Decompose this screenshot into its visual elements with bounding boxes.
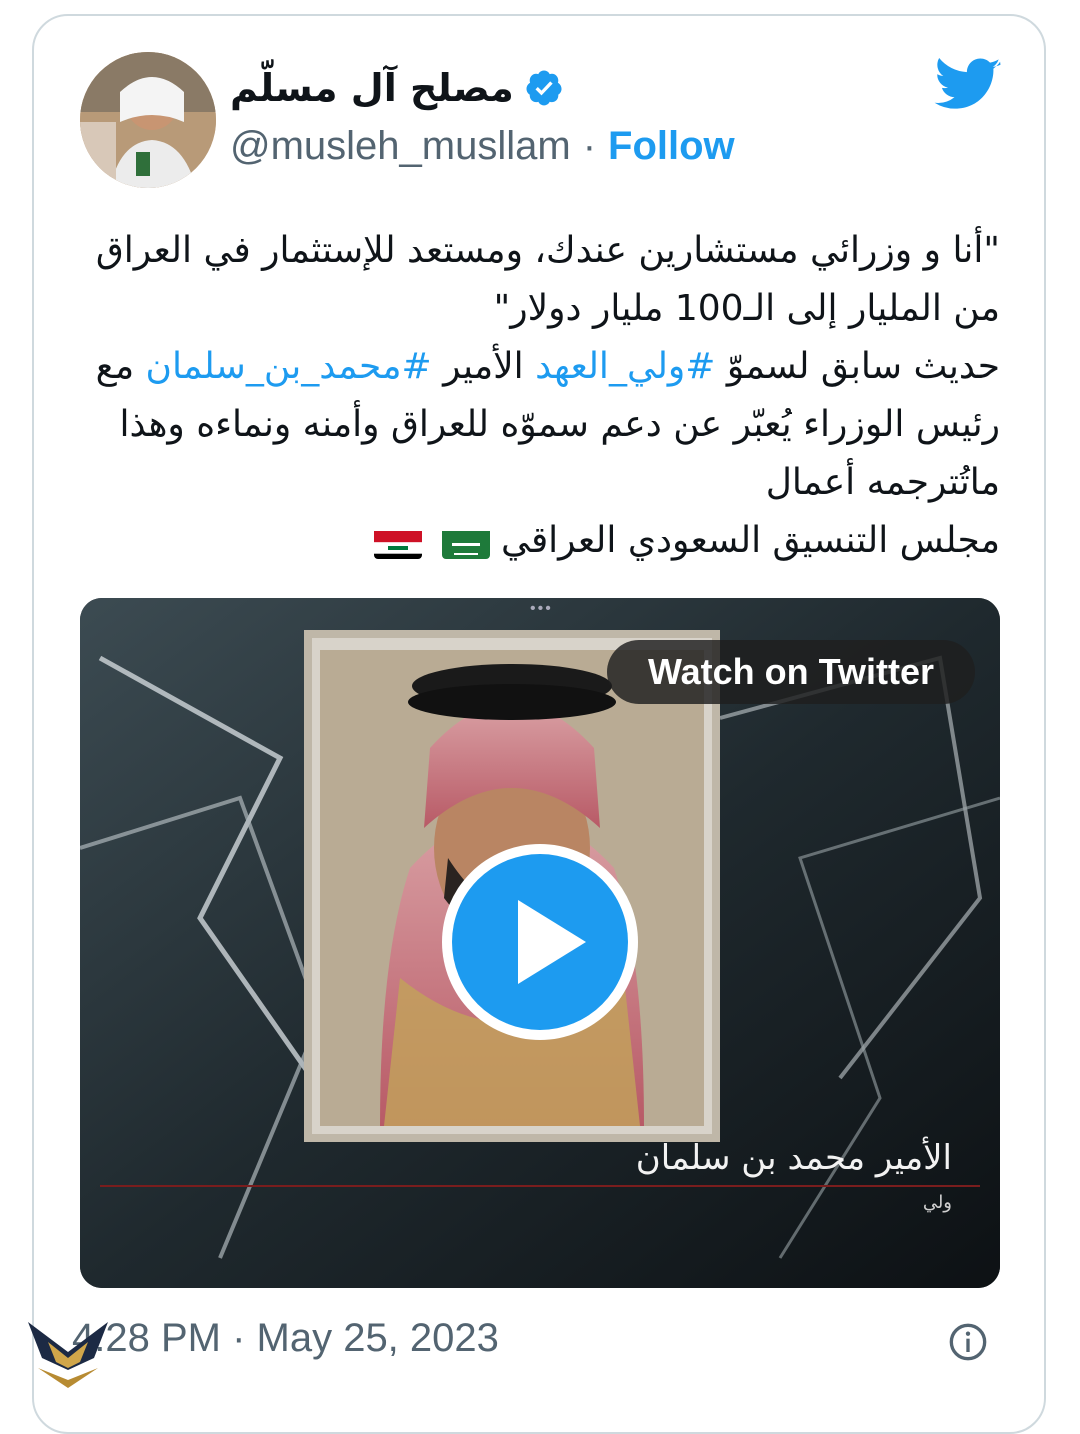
twitter-bird-icon[interactable] [934, 58, 1002, 114]
follow-button[interactable]: Follow [608, 124, 735, 169]
info-icon[interactable] [948, 1322, 988, 1362]
hashtag-crown-prince[interactable]: #ولي_العهد [535, 346, 715, 387]
iraq-flag-icon [374, 525, 423, 559]
verified-badge-icon [526, 70, 562, 106]
tweet-text: "أنا و وزرائي مستشارين عندك، ومستعد للإس… [70, 222, 1000, 570]
media-more-dots: ••• [530, 600, 553, 617]
tweet-timestamp[interactable]: 4:28 PM · May 25, 2023 [72, 1316, 499, 1361]
separator-dot: · [582, 124, 597, 168]
author-handle-row: @musleh_musllam · Follow [230, 124, 735, 169]
saudi-flag-icon [441, 525, 490, 559]
author-display-name[interactable]: مصلح آل مسلّم [230, 66, 514, 110]
hashtag-mohammed-bin-salman[interactable]: #محمد_بن_سلمان [146, 346, 432, 387]
video-subcaption: ولي [922, 1192, 952, 1213]
watch-on-twitter-button[interactable]: Watch on Twitter [607, 640, 975, 704]
tweet-council-line: مجلس التنسيق السعودي العراقي [70, 512, 1000, 570]
council-name: مجلس التنسيق السعودي العراقي [500, 520, 1000, 561]
tweet-paragraph: حديث سابق لسموّ #ولي_العهد الأمير #محمد_… [70, 338, 1000, 512]
avatar[interactable] [80, 52, 216, 188]
tweet-text-part: حديث سابق لسموّ [715, 346, 1000, 387]
forum-logo-icon [28, 1322, 108, 1388]
tweet-quote: "أنا و وزرائي مستشارين عندك، ومستعد للإس… [95, 230, 1000, 329]
play-icon[interactable] [440, 842, 640, 1042]
video-caption: الأمير محمد بن سلمان [635, 1138, 952, 1178]
tweet-text-part: الأمير [431, 346, 536, 387]
author-handle[interactable]: @musleh_musllam [230, 124, 571, 169]
author-name-row: مصلح آل مسلّم [230, 66, 564, 110]
